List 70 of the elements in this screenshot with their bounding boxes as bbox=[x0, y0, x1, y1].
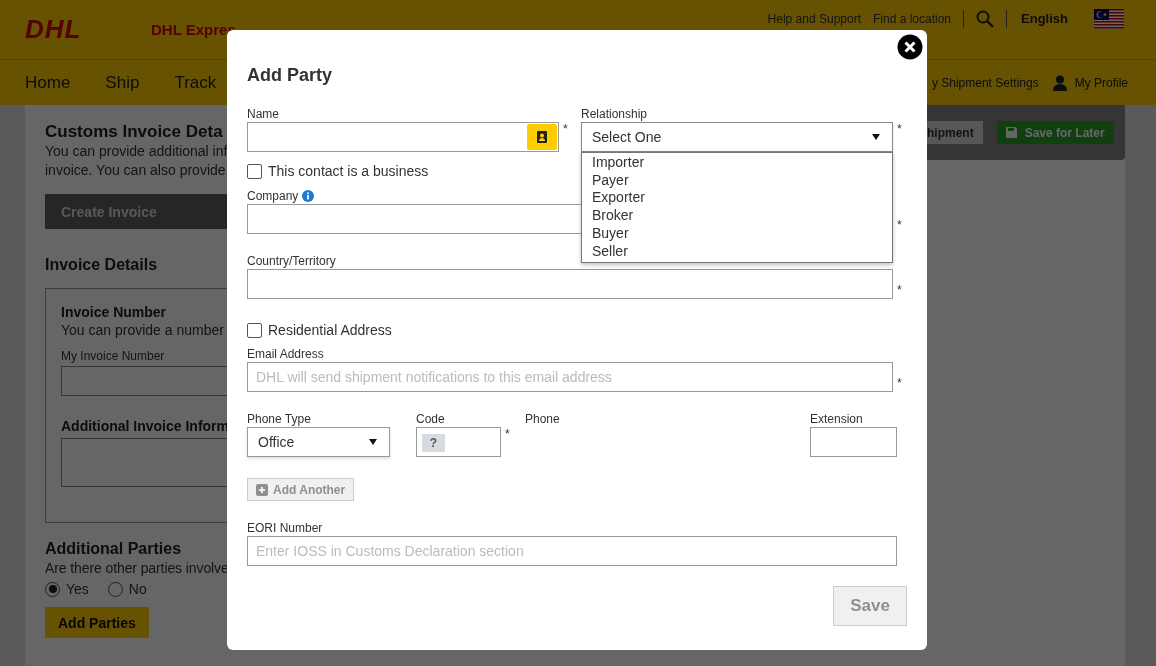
dropdown-option[interactable]: Buyer bbox=[582, 224, 892, 243]
section-heading: Invoice Details bbox=[45, 255, 159, 275]
field-label: EORI Number bbox=[247, 521, 324, 535]
intro-text: You can provide additional inf bbox=[45, 142, 227, 161]
eori-field[interactable]: Enter IOSS in Customs Declaration section bbox=[247, 536, 897, 566]
caret-icon bbox=[872, 134, 880, 140]
field-label: Company bbox=[247, 189, 299, 203]
info-icon[interactable] bbox=[302, 190, 315, 202]
dialog-title: Add Party bbox=[247, 65, 334, 85]
search-icon[interactable] bbox=[976, 9, 995, 28]
field-label: Phone Type bbox=[247, 412, 312, 426]
country-code-field[interactable]: ? bbox=[416, 427, 501, 457]
section-heading: Additional Parties bbox=[45, 539, 183, 559]
checkbox[interactable] bbox=[247, 322, 262, 338]
dropdown-option[interactable]: Payer bbox=[582, 171, 892, 190]
person-icon bbox=[1052, 74, 1067, 91]
required-mark: * bbox=[505, 426, 511, 441]
field-label: Extension bbox=[810, 412, 864, 426]
intro-text: invoice. You can also provide bbox=[45, 161, 227, 180]
help-text: You can provide a number bbox=[61, 321, 225, 340]
field-label: Email Address bbox=[247, 347, 325, 361]
field-label: Code bbox=[416, 412, 446, 426]
radio-label: No bbox=[128, 581, 147, 597]
language-link[interactable]: English bbox=[1021, 11, 1068, 26]
field-label: Name bbox=[247, 107, 280, 121]
help-badge: ? bbox=[422, 434, 445, 452]
input-field[interactable] bbox=[61, 366, 230, 396]
field-title: Additional Invoice Inform bbox=[61, 418, 230, 435]
checkbox[interactable] bbox=[247, 163, 262, 179]
required-mark: * bbox=[897, 121, 903, 136]
required-mark: * bbox=[563, 121, 569, 136]
field-title: Invoice Number bbox=[61, 304, 168, 321]
relationship-select[interactable]: Select One bbox=[581, 122, 893, 152]
required-mark: * bbox=[897, 217, 903, 232]
add-parties-button[interactable]: Add Parties bbox=[45, 607, 149, 638]
nav-link[interactable]: Home bbox=[25, 72, 71, 93]
required-mark: * bbox=[897, 375, 903, 390]
field-label: Phone bbox=[525, 412, 560, 426]
radio-label: Yes bbox=[66, 581, 89, 597]
plus-icon bbox=[256, 483, 268, 496]
extension-field[interactable] bbox=[810, 427, 897, 457]
dropdown-option[interactable]: Seller bbox=[582, 242, 892, 261]
contact-book-icon[interactable] bbox=[527, 124, 557, 150]
dropdown-option[interactable]: Broker bbox=[582, 207, 892, 225]
header-link[interactable]: Find a location bbox=[873, 11, 952, 26]
flag-icon[interactable] bbox=[1094, 8, 1124, 29]
country-field[interactable] bbox=[247, 269, 894, 299]
name-field[interactable] bbox=[247, 122, 559, 152]
caret-icon bbox=[369, 439, 377, 445]
field-label: Country/Territory bbox=[247, 254, 337, 268]
logo-text[interactable]: DHL bbox=[25, 14, 151, 45]
required-mark: * bbox=[897, 282, 903, 297]
close-icon[interactable] bbox=[897, 34, 923, 60]
checkbox-label: This contact is a business bbox=[268, 163, 429, 179]
email-field[interactable]: DHL will send shipment notifications to this email address bbox=[247, 362, 894, 392]
save-for-later-button[interactable]: Save for Later bbox=[996, 121, 1114, 144]
dropdown-option[interactable]: Importer bbox=[582, 154, 892, 172]
nav-link[interactable]: y Shipment Settings bbox=[931, 75, 1039, 90]
header-link[interactable]: Help and Support bbox=[767, 11, 861, 26]
section-title: Customs Invoice Deta bbox=[45, 122, 224, 142]
field-label: Relationship bbox=[581, 107, 649, 121]
phone-type-select[interactable]: Office bbox=[247, 427, 390, 457]
nav-link[interactable]: My Profile bbox=[1074, 75, 1128, 90]
shipment-button[interactable]: hipment bbox=[927, 121, 983, 144]
field-label: My Invoice Number bbox=[61, 349, 166, 363]
checkbox-label: Residential Address bbox=[268, 322, 392, 338]
dropdown-option[interactable]: Exporter bbox=[582, 189, 892, 208]
nav-link[interactable]: Track bbox=[174, 72, 217, 93]
nav-link[interactable]: Ship bbox=[105, 72, 140, 93]
question-text: Are there other parties involve bbox=[45, 559, 227, 578]
